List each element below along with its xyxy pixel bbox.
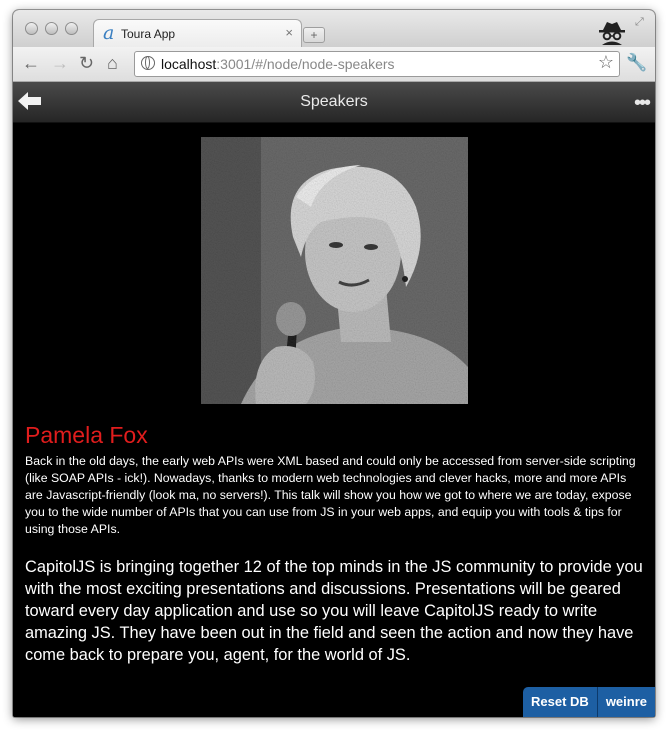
url-path: :3001/#/node/node-speakers (216, 56, 395, 72)
globe-icon[interactable] (141, 56, 155, 70)
tab-close-icon[interactable]: × (285, 25, 293, 40)
address-bar[interactable]: localhost:3001/#/node/node-speakers ☆ (134, 51, 620, 77)
new-tab-button[interactable]: + (303, 27, 325, 43)
speaker-bio: Back in the old days, the early web APIs… (25, 454, 636, 536)
wrench-icon[interactable]: 🔧 (626, 53, 647, 73)
home-icon[interactable]: ⌂ (107, 53, 118, 73)
back-arrow-icon[interactable]: ← (22, 53, 40, 73)
fullscreen-icon[interactable]: ⤢ (635, 16, 644, 29)
speaker-photo (201, 137, 468, 404)
reset-db-button[interactable]: Reset DB (523, 687, 597, 717)
forward-arrow-icon[interactable]: → (51, 53, 69, 73)
browser-window: a Toura App × + ⤢ ← → ↻ ⌂ localhost:3001… (13, 10, 655, 717)
incognito-icon (599, 22, 625, 45)
weinre-button[interactable]: weinre (596, 687, 655, 717)
more-options-icon[interactable]: ••• (634, 92, 651, 115)
url-text[interactable]: localhost:3001/#/node/node-speakers (161, 56, 395, 72)
browser-tab[interactable]: a Toura App × (93, 19, 302, 48)
star-icon[interactable]: ☆ (598, 52, 614, 73)
tab-strip: a Toura App × + ⤢ (13, 10, 655, 48)
app-header: Speakers ••• (13, 82, 655, 123)
zoom-window-button[interactable] (65, 22, 78, 35)
reload-icon[interactable]: ↻ (79, 53, 94, 73)
tab-title: Toura App (121, 27, 176, 41)
event-description: CapitolJS is bringing together 12 of the… (25, 558, 643, 664)
browser-toolbar: ← → ↻ ⌂ localhost:3001/#/node/node-speak… (13, 47, 655, 82)
speaker-name: Pamela Fox (25, 422, 148, 448)
node-content: Pamela Fox Back in the old days, the ear… (13, 123, 655, 717)
minimize-window-button[interactable] (45, 22, 58, 35)
favicon-icon: a (103, 22, 115, 44)
dev-toolbar: Reset DB weinre (523, 687, 655, 717)
page-title: Speakers (300, 93, 368, 110)
close-window-button[interactable] (25, 22, 38, 35)
url-host: localhost (161, 56, 217, 72)
